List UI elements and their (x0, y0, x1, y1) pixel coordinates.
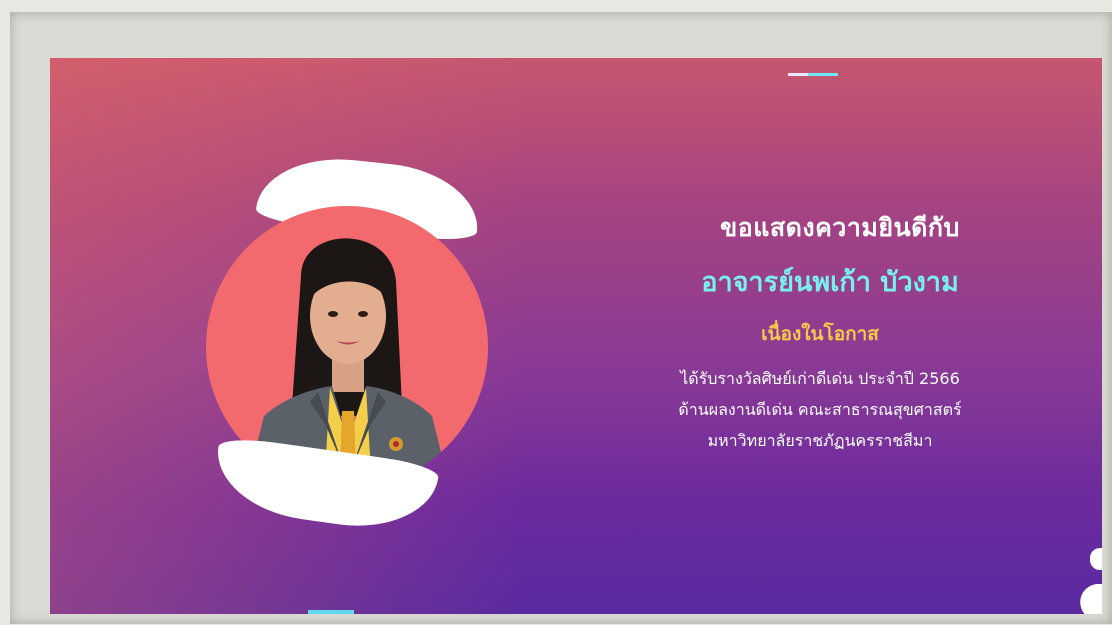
decorative-corner-shape (1080, 548, 1102, 614)
award-line-3: มหาวิทยาลัยราชภัฏนครราชสีมา (707, 431, 933, 450)
accent-line-bottom (308, 610, 354, 614)
congratulations-banner: ขอแสดงความยินดีกับ อาจารย์นพเก้า บัวงาม … (50, 58, 1102, 614)
occasion-label: เนื่องในโอกาส (761, 323, 879, 345)
award-details: ได้รับรางวัลศิษย์เก่าดีเด่น ประจำปี 2566… (610, 363, 1030, 456)
award-line-1: ได้รับรางวัลศิษย์เก่าดีเด่น ประจำปี 2566 (680, 369, 960, 388)
honoree-name: อาจารย์นพเก้า บัวงาม (701, 267, 959, 298)
accent-line-top (788, 73, 838, 76)
award-line-2: ด้านผลงานดีเด่น คณะสาธารณสุขศาสตร์ (678, 400, 962, 419)
congratulation-text: ขอแสดงความยินดีกับ อาจารย์นพเก้า บัวงาม … (610, 208, 1030, 456)
greeting-heading: ขอแสดงความยินดีกับ (720, 213, 960, 242)
picture-frame: ขอแสดงความยินดีกับ อาจารย์นพเก้า บัวงาม … (10, 12, 1112, 624)
